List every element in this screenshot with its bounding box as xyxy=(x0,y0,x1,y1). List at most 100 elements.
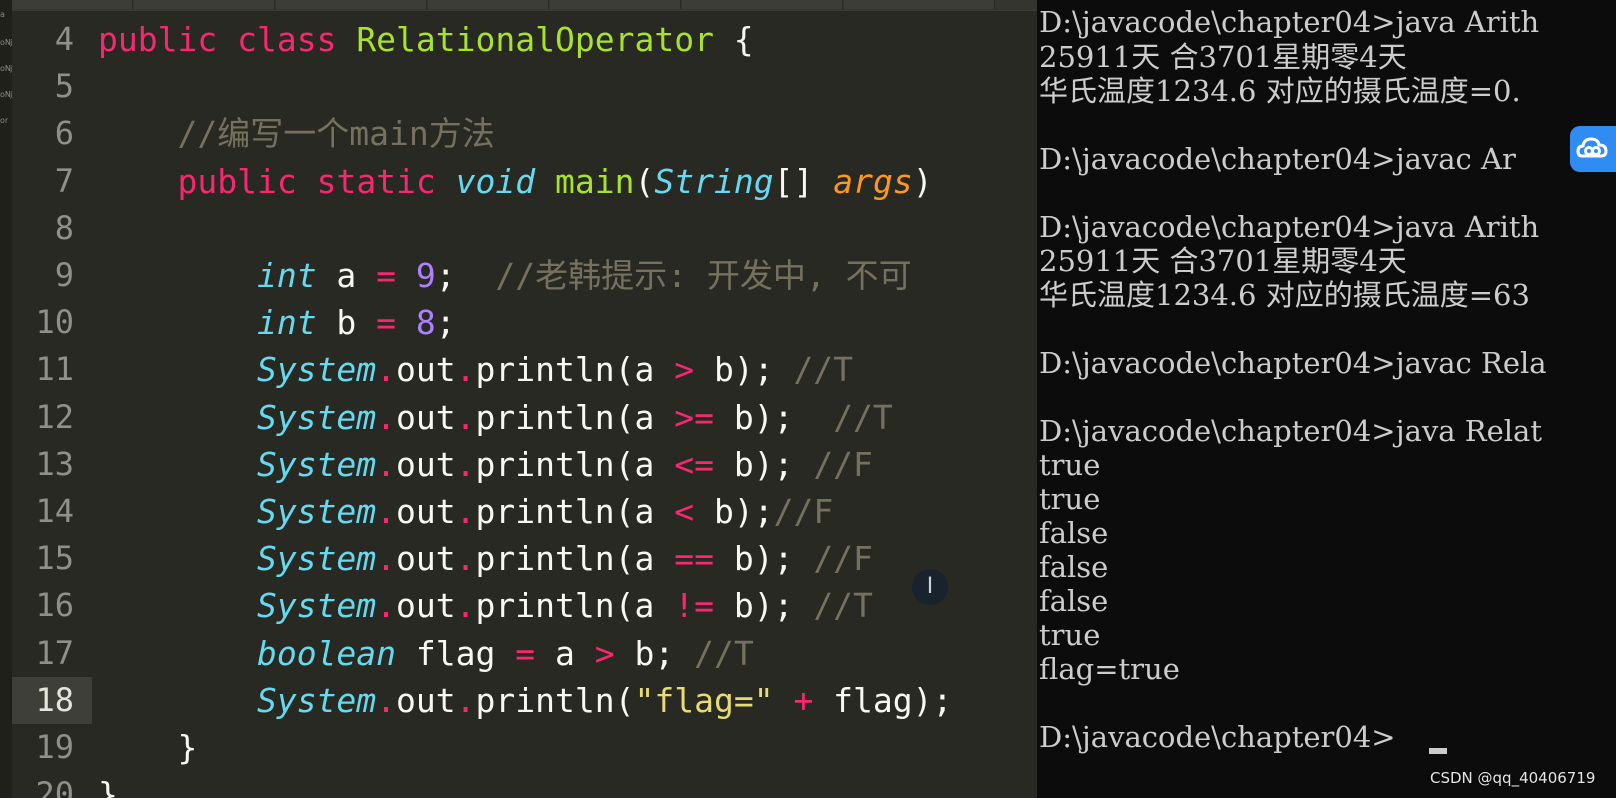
code-token: flag xyxy=(396,633,516,673)
terminal-line: true xyxy=(1039,618,1101,652)
code-token: . xyxy=(455,492,476,531)
code-line[interactable]: 7 public static void main(String[] args) xyxy=(12,158,1037,205)
side-panel-label[interactable]: oǋ xyxy=(0,64,12,73)
code-token: String xyxy=(654,161,774,201)
code-token: . xyxy=(455,539,476,579)
code-token: b); xyxy=(713,444,814,484)
code-token: = xyxy=(515,633,536,673)
code-line[interactable]: 20} xyxy=(12,771,1037,798)
code-line[interactable]: 9 int a = 9; //老韩提示: 开发中, 不可 xyxy=(12,252,1037,299)
code-line[interactable]: 12 System.out.println(a >= b); //T xyxy=(12,394,1037,441)
code-token: . xyxy=(376,350,397,390)
code-line[interactable]: 10 int b = 8; xyxy=(12,299,1037,346)
line-number: 8 xyxy=(54,208,74,247)
code-token: //T xyxy=(833,397,893,437)
code-line[interactable]: 17 boolean flag = a > b; //T xyxy=(12,630,1037,677)
code-line[interactable]: 11 System.out.println(a > b); //T xyxy=(12,346,1037,393)
code-token: System xyxy=(256,586,377,626)
code-token: . xyxy=(376,397,397,437)
code-line[interactable]: 8 xyxy=(12,205,1037,252)
code-token: System xyxy=(256,492,377,531)
code-token: ( xyxy=(634,161,655,201)
code-token: int xyxy=(256,256,317,295)
code-text: System.out.println(a > b); //T xyxy=(98,346,853,393)
code-token: public xyxy=(177,161,297,201)
code-line[interactable]: 4 public class RelationalOperator { xyxy=(12,16,1037,63)
editor-tab[interactable] xyxy=(844,0,995,9)
terminal-line: false xyxy=(1039,516,1109,550)
code-line[interactable]: 19 } xyxy=(12,724,1037,771)
line-number: 10 xyxy=(35,303,74,342)
terminal-line: 华氏温度1234.6 对应的摄氏温度=0. xyxy=(1039,74,1521,108)
code-token: System xyxy=(256,680,377,720)
code-editor[interactable]: 4 public class RelationalOperator { 5 6 //编… xyxy=(12,16,1037,798)
code-token: . xyxy=(376,586,397,626)
code-token: println(a xyxy=(475,492,675,531)
code-token: class xyxy=(237,20,337,59)
terminal-window[interactable]: D:\javacode\chapter04>java Arith 25911天 合… xyxy=(1037,0,1616,798)
code-line[interactable]: 13 System.out.println(a <= b); //F xyxy=(12,441,1037,488)
code-token: println(a xyxy=(475,539,675,579)
code-text: int b = 8; xyxy=(98,299,456,346)
code-token: args xyxy=(833,161,913,201)
line-number: 12 xyxy=(35,397,74,436)
code-token: . xyxy=(455,444,476,484)
code-token: . xyxy=(455,350,476,390)
code-line[interactable]: 5 xyxy=(12,63,1037,110)
terminal-line: D:\javacode\chapter04>java Relat xyxy=(1039,414,1542,448)
line-number: 5 xyxy=(54,67,74,106)
code-token: out xyxy=(396,397,456,437)
code-token: . xyxy=(455,397,476,437)
line-number: 9 xyxy=(54,256,74,294)
code-text: public class RelationalOperator { xyxy=(98,16,754,63)
code-line[interactable]: 15 System.out.println(a == b); //F xyxy=(12,535,1037,582)
code-token: static xyxy=(316,161,436,201)
side-panel-label[interactable]: oǋ xyxy=(0,90,12,99)
terminal-line: flag=true xyxy=(1039,652,1180,686)
line-number: 20 xyxy=(35,775,74,798)
code-line[interactable]: 18 System.out.println("flag=" + flag); xyxy=(12,676,1037,724)
code-token: a xyxy=(535,633,595,673)
code-token: "flag=" xyxy=(634,680,774,720)
editor-tab-bar xyxy=(12,0,1037,11)
code-token: . xyxy=(376,492,397,531)
side-panel-label[interactable]: a xyxy=(0,10,5,19)
editor-tab[interactable] xyxy=(134,0,275,9)
code-token: println(a xyxy=(475,350,675,390)
editor-tab[interactable] xyxy=(12,0,133,9)
line-number: 14 xyxy=(35,492,74,530)
code-token: } xyxy=(98,775,118,798)
code-line[interactable]: 14 System.out.println(a < b);//F xyxy=(12,488,1037,535)
line-number: 19 xyxy=(35,728,74,766)
editor-tab[interactable] xyxy=(276,0,427,9)
code-line[interactable]: 6 //编写一个main方法 xyxy=(12,110,1037,157)
code-token: >= xyxy=(674,397,714,437)
code-text: int a = 9; //老韩提示: 开发中, 不可 xyxy=(98,252,912,299)
code-token: b xyxy=(316,303,377,343)
code-text: System.out.println(a >= b); //T xyxy=(98,394,893,441)
line-number: 15 xyxy=(35,539,74,578)
text-cursor-glyph: I xyxy=(926,574,934,599)
side-panel-label[interactable]: oǋ xyxy=(0,38,12,47)
code-text: } xyxy=(98,724,197,771)
code-text: //编写一个main方法 xyxy=(98,110,494,157)
code-token: println( xyxy=(475,680,635,720)
cloud-icon[interactable] xyxy=(1570,126,1616,172)
code-line[interactable]: 16 System.out.println(a != b); //T xyxy=(12,582,1037,629)
side-panel-label[interactable]: or xyxy=(0,116,8,125)
line-number: 16 xyxy=(35,586,74,625)
code-token: [] xyxy=(773,161,834,201)
editor-tab[interactable] xyxy=(428,0,549,9)
code-token: = xyxy=(376,256,397,295)
editor-tab[interactable] xyxy=(682,0,843,9)
editor-tab[interactable] xyxy=(550,0,681,9)
